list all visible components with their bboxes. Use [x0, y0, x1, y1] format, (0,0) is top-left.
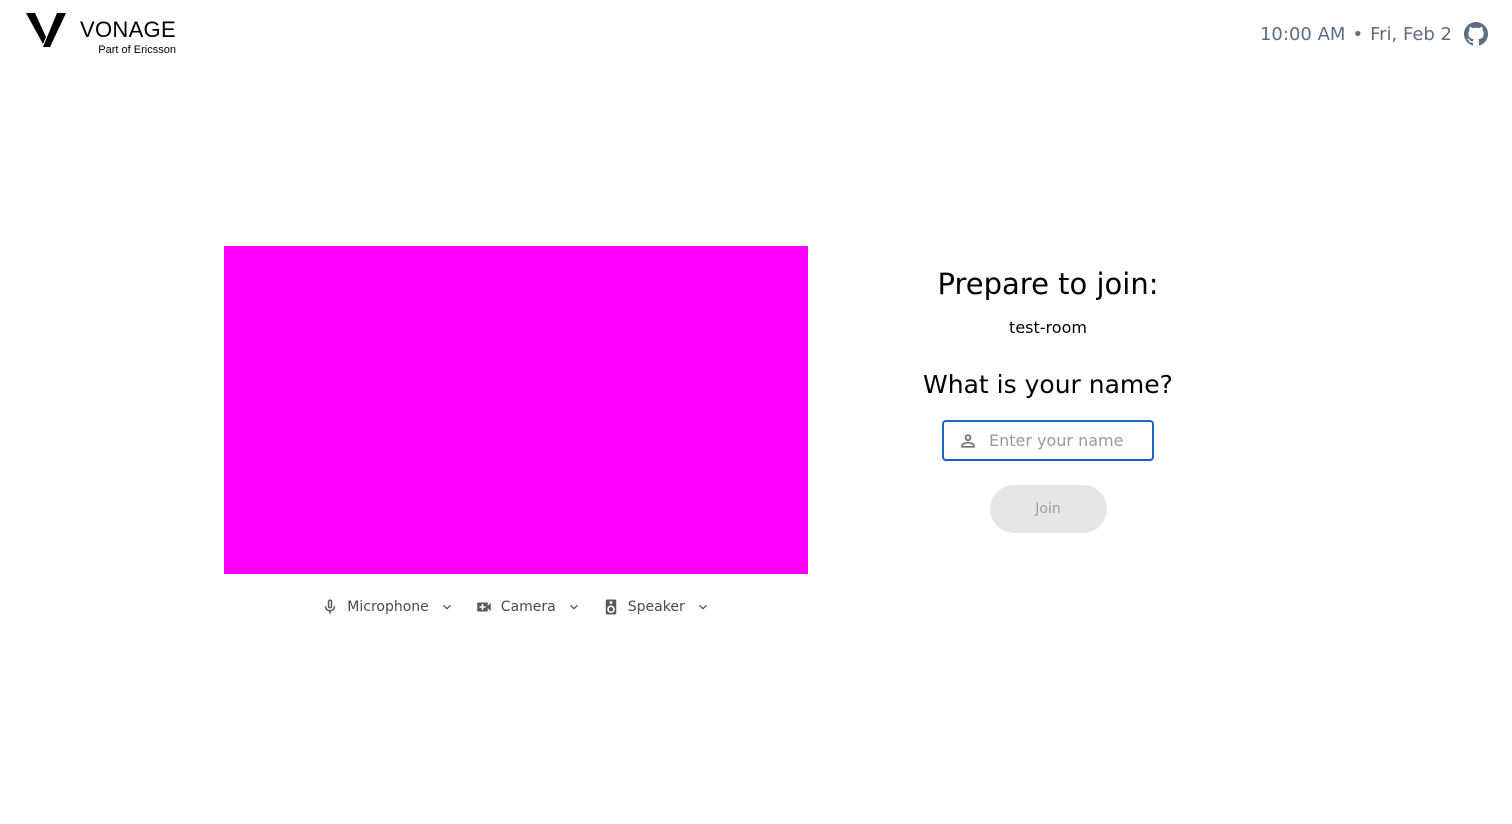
video-camera-icon [477, 602, 491, 612]
date-time: 10:00 AM • Fri, Feb 2 [1260, 24, 1452, 45]
microphone-label: Microphone [347, 599, 429, 615]
camera-label: Camera [500, 599, 556, 615]
current-date: Fri, Feb 2 [1370, 23, 1452, 45]
device-controls: Microphone Camera Speaker [224, 594, 808, 620]
name-input[interactable] [989, 431, 1139, 450]
brand-name: VONAGE [80, 17, 176, 42]
datetime-separator: • [1352, 23, 1364, 45]
join-button[interactable]: Join [989, 485, 1107, 533]
github-icon[interactable] [1464, 22, 1488, 46]
microphone-selector[interactable]: Microphone [321, 594, 455, 620]
name-field[interactable] [942, 420, 1154, 461]
speaker-label: Speaker [627, 599, 685, 615]
room-name: test-room [1009, 318, 1087, 337]
current-time: 10:00 AM [1259, 23, 1346, 45]
name-prompt: What is your name? [923, 370, 1173, 399]
chevron-down-icon [698, 604, 707, 610]
speaker-icon [605, 599, 616, 615]
header-right: 10:00 AM • Fri, Feb 2 [1260, 22, 1488, 46]
camera-selector[interactable]: Camera [475, 594, 582, 620]
join-form: Prepare to join: test-room What is your … [880, 262, 1216, 533]
speaker-selector[interactable]: Speaker [602, 594, 711, 620]
person-icon [961, 433, 975, 448]
waiting-room-page: VONAGE Part of Ericsson 10:00 AM • Fri, … [0, 0, 1512, 824]
video-preview [224, 246, 808, 574]
page-title: Prepare to join: [937, 267, 1159, 301]
chevron-down-icon [442, 604, 451, 610]
microphone-icon [325, 599, 336, 614]
vonage-logo-mark-icon [26, 13, 66, 47]
brand-subtitle: Part of Ericsson [98, 44, 176, 56]
vonage-logo: VONAGE Part of Ericsson [26, 13, 176, 57]
chevron-down-icon [569, 604, 578, 610]
logo-text: VONAGE Part of Ericsson [80, 13, 176, 57]
